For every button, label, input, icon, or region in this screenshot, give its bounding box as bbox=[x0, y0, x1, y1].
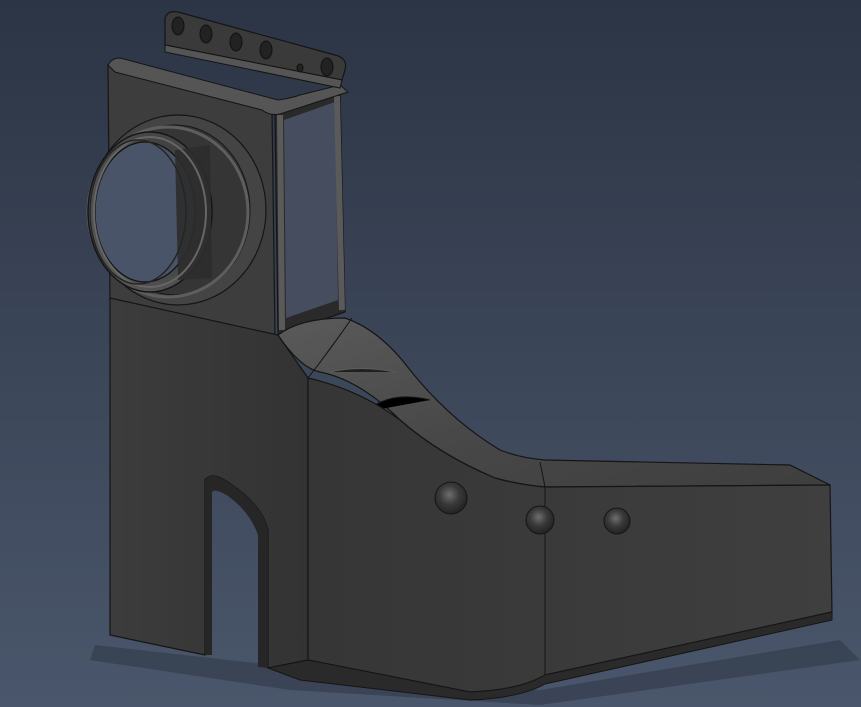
dimple-icon bbox=[434, 481, 468, 515]
flange-hole-icon bbox=[229, 32, 243, 52]
threaded-ring bbox=[86, 114, 267, 306]
flange-hole-icon bbox=[171, 16, 185, 36]
dimple-icon bbox=[603, 507, 631, 535]
flange-hole-icon bbox=[296, 63, 304, 73]
left-leg bbox=[109, 297, 309, 669]
flange-hole-icon bbox=[199, 24, 213, 44]
part-render bbox=[0, 0, 861, 707]
flange-hole-icon bbox=[320, 57, 334, 77]
dimple-icon bbox=[525, 505, 555, 535]
flange-hole-icon bbox=[259, 40, 273, 60]
cad-viewport[interactable] bbox=[0, 0, 861, 707]
